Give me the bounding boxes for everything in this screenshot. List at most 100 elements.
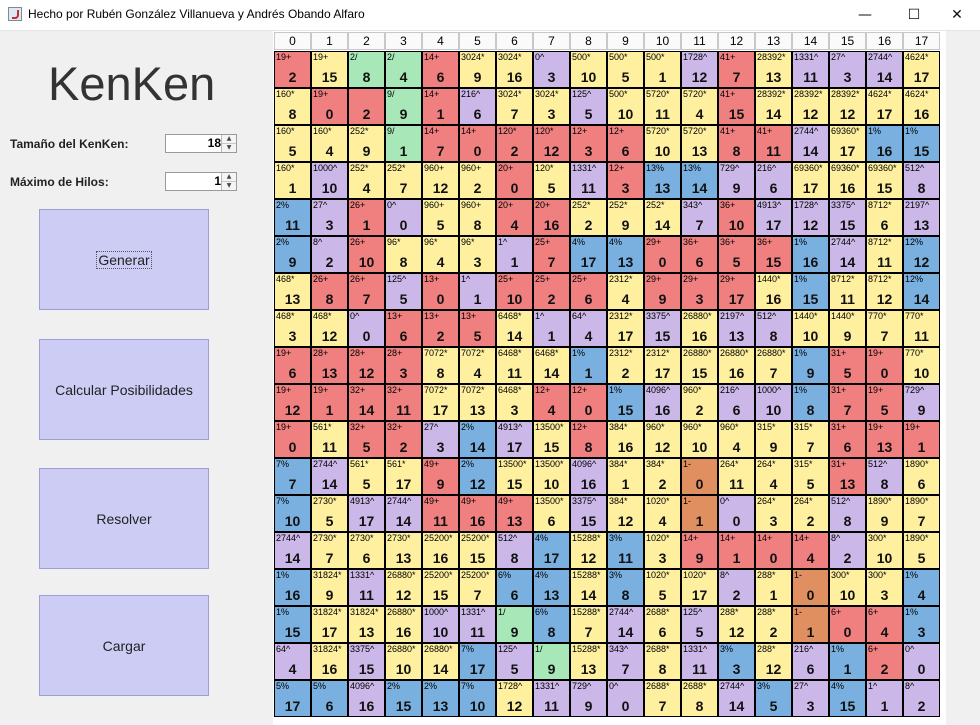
- board-cell[interactable]: 3375^ 15: [570, 495, 607, 532]
- threads-spinner-arrows[interactable]: ▲ ▼: [221, 173, 236, 190]
- board-cell[interactable]: 27^ 3: [311, 199, 348, 236]
- board-cell[interactable]: 19+ 13: [866, 421, 903, 458]
- board-cell[interactable]: 960+ 12: [422, 162, 459, 199]
- board-cell[interactable]: 252* 7: [385, 162, 422, 199]
- spinner-down-icon[interactable]: ▼: [222, 182, 236, 190]
- board-cell[interactable]: 729^ 9: [718, 162, 755, 199]
- size-spinner[interactable]: 18 ▲ ▼: [165, 134, 237, 153]
- threads-value[interactable]: 1: [166, 173, 221, 190]
- board-cell[interactable]: 69360* 17: [829, 125, 866, 162]
- board-cell[interactable]: 4624* 17: [903, 51, 940, 88]
- board-cell[interactable]: 561* 17: [385, 458, 422, 495]
- board-cell[interactable]: 5% 6: [311, 680, 348, 717]
- board-cell[interactable]: 31824* 16: [311, 643, 348, 680]
- board-cell[interactable]: 1- 0: [792, 569, 829, 606]
- board-cell[interactable]: 14+ 7: [422, 125, 459, 162]
- board-cell[interactable]: 1% 15: [903, 125, 940, 162]
- board-cell[interactable]: 8^ 2: [311, 236, 348, 273]
- board-cell[interactable]: 512^ 8: [829, 495, 866, 532]
- board-cell[interactable]: 125^ 5: [570, 88, 607, 125]
- board-cell[interactable]: 384* 2: [644, 458, 681, 495]
- board-cell[interactable]: 300* 10: [829, 569, 866, 606]
- board-cell[interactable]: 20+ 0: [496, 162, 533, 199]
- board-cell[interactable]: 26880* 14: [422, 643, 459, 680]
- board-cell[interactable]: 13+ 0: [422, 273, 459, 310]
- board-cell[interactable]: 1^ 1: [459, 273, 496, 310]
- board-cell[interactable]: 512^ 8: [903, 162, 940, 199]
- board-cell[interactable]: 14+ 9: [681, 532, 718, 569]
- board-cell[interactable]: 25+ 2: [533, 273, 570, 310]
- board-cell[interactable]: 14+ 0: [755, 532, 792, 569]
- board-cell[interactable]: 729^ 9: [903, 384, 940, 421]
- board-cell[interactable]: 252* 2: [570, 199, 607, 236]
- board-cell[interactable]: 2744^ 14: [829, 236, 866, 273]
- board-cell[interactable]: 8712* 11: [829, 273, 866, 310]
- board-cell[interactable]: 69360* 17: [792, 162, 829, 199]
- board-cell[interactable]: 2/4: [385, 51, 422, 88]
- board-cell[interactable]: 3375^ 15: [829, 199, 866, 236]
- board-cell[interactable]: 41+ 15: [718, 88, 755, 125]
- board-cell[interactable]: 2744^ 14: [311, 458, 348, 495]
- board-cell[interactable]: 252* 4: [348, 162, 385, 199]
- board-cell[interactable]: 28392* 12: [792, 88, 829, 125]
- board-cell[interactable]: 1% 4: [903, 569, 940, 606]
- board-cell[interactable]: 13+ 2: [422, 310, 459, 347]
- board-cell[interactable]: 770* 11: [903, 310, 940, 347]
- board-cell[interactable]: 1440* 10: [792, 310, 829, 347]
- board-cell[interactable]: 96* 3: [459, 236, 496, 273]
- board-cell[interactable]: 264* 2: [792, 495, 829, 532]
- size-value[interactable]: 18: [166, 135, 221, 152]
- calculate-possibilities-button[interactable]: Calcular Posibilidades: [39, 339, 209, 440]
- board-cell[interactable]: 3% 5: [755, 680, 792, 717]
- board-cell[interactable]: 2688* 7: [644, 680, 681, 717]
- board-cell[interactable]: 2744^ 14: [274, 532, 311, 569]
- board-cell[interactable]: 28392* 13: [755, 51, 792, 88]
- board-cell[interactable]: 252* 14: [644, 199, 681, 236]
- board-cell[interactable]: 343^ 7: [607, 643, 644, 680]
- board-cell[interactable]: 2312* 4: [607, 273, 644, 310]
- board-cell[interactable]: 13+ 5: [459, 310, 496, 347]
- board-cell[interactable]: 15288* 14: [570, 569, 607, 606]
- board-cell[interactable]: 160* 4: [311, 125, 348, 162]
- board-cell[interactable]: 26880* 12: [385, 569, 422, 606]
- board-cell[interactable]: 25+ 6: [570, 273, 607, 310]
- board-cell[interactable]: 8712* 12: [866, 273, 903, 310]
- board-cell[interactable]: 1% 16: [792, 236, 829, 273]
- board-cell[interactable]: 2744^ 14: [866, 51, 903, 88]
- board-cell[interactable]: 1% 1: [829, 643, 866, 680]
- board-cell[interactable]: 216^ 6: [792, 643, 829, 680]
- board-cell[interactable]: 384* 16: [607, 421, 644, 458]
- board-cell[interactable]: 32+ 2: [385, 421, 422, 458]
- board-cell[interactable]: 12% 12: [903, 236, 940, 273]
- board-cell[interactable]: 6% 8: [533, 606, 570, 643]
- board-cell[interactable]: 31824* 17: [311, 606, 348, 643]
- board-cell[interactable]: 6% 6: [496, 569, 533, 606]
- board-cell[interactable]: 25200* 16: [422, 532, 459, 569]
- board-cell[interactable]: 384* 12: [607, 495, 644, 532]
- board-cell[interactable]: 96* 8: [385, 236, 422, 273]
- board-cell[interactable]: 19+ 15: [311, 51, 348, 88]
- board-cell[interactable]: 19+ 6: [274, 347, 311, 384]
- board-cell[interactable]: 8712* 6: [866, 199, 903, 236]
- board-cell[interactable]: 1440* 9: [829, 310, 866, 347]
- board-cell[interactable]: 27^ 3: [829, 51, 866, 88]
- board-cell[interactable]: 2730* 6: [348, 532, 385, 569]
- maximize-button[interactable]: ☐: [891, 0, 937, 30]
- board-cell[interactable]: 15288* 13: [570, 643, 607, 680]
- board-cell[interactable]: 7072* 4: [459, 347, 496, 384]
- board-cell[interactable]: 0^ 3: [533, 51, 570, 88]
- board-cell[interactable]: 27^ 3: [422, 421, 459, 458]
- board-cell[interactable]: 1% 15: [792, 273, 829, 310]
- board-cell[interactable]: 19+ 1: [311, 384, 348, 421]
- board-cell[interactable]: 120* 2: [496, 125, 533, 162]
- board-cell[interactable]: 4% 13: [533, 569, 570, 606]
- board-cell[interactable]: 13500* 15: [533, 421, 570, 458]
- board-cell[interactable]: 2744^ 14: [792, 125, 829, 162]
- board-cell[interactable]: 8^ 2: [903, 680, 940, 717]
- board-cell[interactable]: 49+ 16: [459, 495, 496, 532]
- board-cell[interactable]: 12+ 3: [607, 162, 644, 199]
- board-cell[interactable]: 8^ 2: [718, 569, 755, 606]
- board-cell[interactable]: 2197^ 13: [718, 310, 755, 347]
- board-cell[interactable]: 13500* 15: [496, 458, 533, 495]
- board-cell[interactable]: 125^ 5: [496, 643, 533, 680]
